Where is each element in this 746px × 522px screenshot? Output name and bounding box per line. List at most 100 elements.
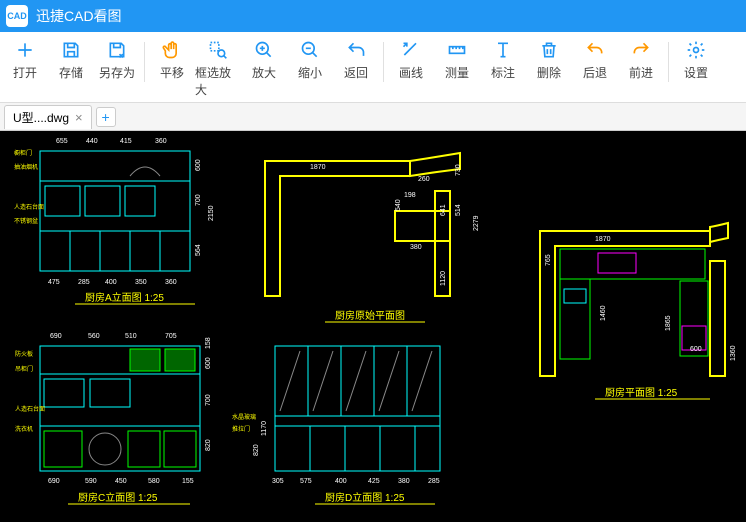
open-button[interactable]: 打开	[2, 38, 48, 81]
pan-button[interactable]: 平移	[149, 38, 195, 81]
svg-text:不锈钢盆: 不锈钢盆	[14, 217, 38, 225]
tool-label: 打开	[13, 64, 37, 81]
svg-text:305: 305	[272, 478, 284, 485]
zoomwin-button[interactable]: 框选放大	[195, 38, 241, 98]
tool-label: 另存为	[99, 64, 135, 81]
drawing-plan-raw: 1870 260 730 540 198 641 514 380 1120 22…	[265, 153, 480, 322]
svg-text:1360: 1360	[730, 345, 737, 361]
hand-icon	[160, 38, 184, 62]
redo-button[interactable]: 前进	[618, 38, 664, 81]
zoomwin-icon	[206, 38, 230, 62]
tool-label: 标注	[491, 64, 515, 81]
tool-label: 存储	[59, 64, 83, 81]
drawing-elev-a: 655 440 415 360 475 285 400 350 360 600 …	[14, 138, 215, 304]
svg-text:155: 155	[182, 478, 194, 485]
svg-text:700: 700	[205, 394, 212, 406]
save-icon	[59, 38, 83, 62]
svg-text:475: 475	[48, 279, 60, 286]
undo-icon	[583, 38, 607, 62]
annotate-button[interactable]: 标注	[480, 38, 526, 81]
tool-label: 删除	[537, 64, 561, 81]
svg-text:吊柜门: 吊柜门	[15, 365, 33, 373]
save-button[interactable]: 存储	[48, 38, 94, 81]
svg-text:510: 510	[125, 333, 137, 340]
svg-text:1120: 1120	[440, 271, 447, 286]
svg-text:2150: 2150	[208, 205, 215, 221]
ruler-icon	[445, 38, 469, 62]
drawing-plan: 1870 765 1460 1865 600 1360 厨房平面图 1:25	[540, 223, 737, 399]
tool-label: 后退	[583, 64, 607, 81]
svg-text:440: 440	[86, 138, 98, 145]
measure-button[interactable]: 测量	[434, 38, 480, 81]
svg-text:260: 260	[418, 176, 430, 183]
svg-text:360: 360	[155, 138, 167, 145]
svg-text:洗衣机: 洗衣机	[15, 425, 33, 433]
plan-raw-title: 厨房原始平面图	[335, 309, 405, 322]
svg-text:158: 158	[205, 337, 212, 349]
settings-button[interactable]: 设置	[673, 38, 719, 81]
back-button[interactable]: 返回	[333, 38, 379, 81]
app-logo: CAD	[6, 5, 28, 27]
tool-label: 测量	[445, 64, 469, 81]
svg-text:380: 380	[398, 478, 410, 485]
svg-text:705: 705	[165, 333, 177, 340]
svg-text:198: 198	[404, 192, 416, 199]
tool-label: 平移	[160, 64, 184, 81]
svg-text:人造石台面: 人造石台面	[14, 203, 44, 211]
svg-text:400: 400	[105, 279, 117, 286]
saveas-icon	[105, 38, 129, 62]
file-tab[interactable]: U型....dwg ×	[4, 105, 92, 129]
tabbar: U型....dwg × +	[0, 103, 746, 131]
svg-text:575: 575	[300, 478, 312, 485]
zoomin-button[interactable]: 放大	[241, 38, 287, 81]
titlebar: CAD 迅捷CAD看图	[0, 0, 746, 32]
undo-button[interactable]: 后退	[572, 38, 618, 81]
svg-text:橱柜门: 橱柜门	[14, 149, 32, 157]
svg-text:450: 450	[115, 478, 127, 485]
tool-label: 画线	[399, 64, 423, 81]
svg-text:400: 400	[335, 478, 347, 485]
svg-text:360: 360	[165, 279, 177, 286]
svg-text:抽油烟机: 抽油烟机	[14, 163, 38, 171]
tool-label: 缩小	[298, 64, 322, 81]
tool-label: 放大	[252, 64, 276, 81]
svg-text:人造石台面: 人造石台面	[15, 405, 45, 413]
tool-label: 设置	[684, 64, 708, 81]
svg-text:425: 425	[368, 478, 380, 485]
svg-text:820: 820	[205, 439, 212, 451]
line-button[interactable]: 画线	[388, 38, 434, 81]
saveas-button[interactable]: 另存为	[94, 38, 140, 81]
svg-text:820: 820	[253, 444, 260, 456]
svg-text:641: 641	[440, 204, 447, 216]
svg-text:600: 600	[690, 346, 702, 353]
elev-a-title: 厨房A立面图 1:25	[85, 291, 164, 304]
svg-text:水晶玻璃: 水晶玻璃	[232, 413, 256, 421]
svg-text:415: 415	[120, 138, 132, 145]
drawing-elev-d: 305 575 400 425 380 285 820 1170 水晶玻璃 推拉…	[232, 346, 440, 504]
delete-button[interactable]: 删除	[526, 38, 572, 81]
svg-text:560: 560	[88, 333, 100, 340]
svg-text:1170: 1170	[261, 421, 268, 436]
svg-text:1870: 1870	[595, 236, 611, 243]
return-icon	[344, 38, 368, 62]
app-title: 迅捷CAD看图	[36, 6, 122, 26]
toolbar: 打开 存储另存为 平移框选放大放大 缩小返回画线 测量 标注 删除 后退 前进 设置	[0, 32, 746, 103]
svg-text:防火板: 防火板	[15, 350, 33, 358]
svg-text:730: 730	[455, 164, 462, 176]
trash-icon	[537, 38, 561, 62]
plus-icon	[13, 38, 37, 62]
tool-label: 前进	[629, 64, 653, 81]
zoomin-icon	[252, 38, 276, 62]
svg-text:765: 765	[545, 254, 552, 266]
add-tab-button[interactable]: +	[96, 107, 116, 127]
svg-text:514: 514	[455, 204, 462, 216]
svg-text:540: 540	[395, 199, 402, 211]
svg-text:564: 564	[195, 244, 202, 256]
elev-c-title: 厨房C立面图 1:25	[78, 491, 158, 504]
cad-canvas[interactable]: 655 440 415 360 475 285 400 350 360 600 …	[0, 131, 746, 522]
zoomout-button[interactable]: 缩小	[287, 38, 333, 81]
svg-text:2279: 2279	[473, 215, 480, 231]
svg-text:285: 285	[78, 279, 90, 286]
svg-text:350: 350	[135, 279, 147, 286]
close-icon[interactable]: ×	[75, 110, 83, 125]
